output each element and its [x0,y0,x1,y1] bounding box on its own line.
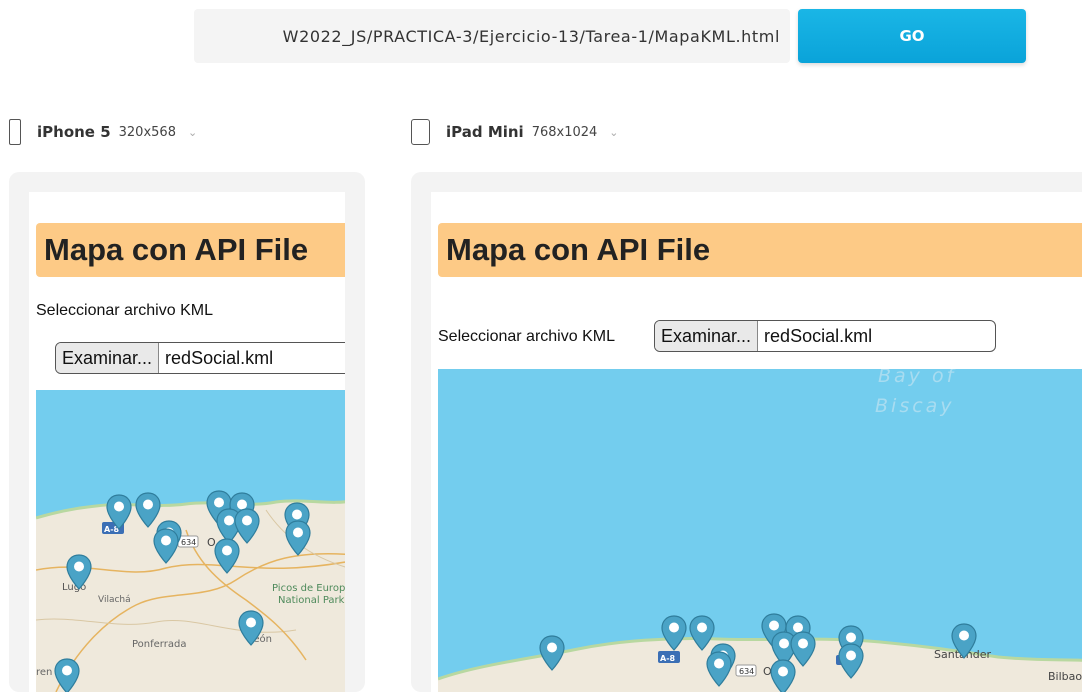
ipad-screen: Mapa con API File Seleccionar archivo KM… [431,192,1082,692]
sea-label: Bay of [878,369,957,387]
park-label: National Park [278,595,345,606]
map-iphone[interactable]: A-8 634 O Lugo Vilachá Ponferrada Picos … [36,390,345,692]
tablet-icon [411,119,430,145]
go-button[interactable]: GO [798,9,1026,63]
file-input[interactable]: Examinar... redSocial.kml [55,342,345,374]
road-label: 634 [739,667,754,676]
map-canvas: A-8 634 O Lugo Vilachá Ponferrada Picos … [36,490,345,692]
map-canvas: Bay of Biscay A-8 634 O Santander Bilbao [438,369,1082,692]
file-name: redSocial.kml [764,325,873,346]
city-label: Ponferrada [132,639,186,650]
page-title: Mapa con API File [438,223,1082,277]
map-ipad[interactable]: Bay of Biscay A-8 634 O Santander Bilbao [438,369,1082,692]
town-label: Vilachá [98,595,131,605]
url-input[interactable]: W2022_JS/PRACTICA-3/Ejercicio-13/Tarea-1… [194,9,790,63]
road-label: A-8 [660,654,676,663]
road-label: 634 [181,538,196,547]
iphone-screen: Mapa con API File Seleccionar archivo KM… [29,192,345,692]
select-label: Seleccionar archivo KML [36,302,213,319]
browse-button[interactable]: Examinar... [56,343,160,373]
page-title: Mapa con API File [36,223,345,277]
device-header-ipad[interactable]: iPad Mini 768x1024 ⌄ [411,116,619,148]
park-label: Picos de Europ [272,583,345,594]
device-size: 320x568 [118,124,176,140]
device-header-iphone[interactable]: iPhone 5 320x568 ⌄ [9,116,197,148]
phone-icon [9,119,21,145]
town-label: ren [36,667,52,678]
iphone-frame: Mapa con API File Seleccionar archivo KM… [9,172,365,692]
browse-button[interactable]: Examinar... [655,321,759,351]
chevron-down-icon[interactable]: ⌄ [609,126,618,139]
file-name: redSocial.kml [165,347,274,368]
device-name: iPad Mini [446,123,524,141]
chevron-down-icon[interactable]: ⌄ [188,126,197,139]
file-input[interactable]: Examinar... redSocial.kml [654,320,996,352]
map-label: O [207,536,216,549]
select-label: Seleccionar archivo KML [438,328,615,345]
city-label: Bilbao [1048,670,1082,683]
sea-label: Biscay [875,395,955,417]
url-text: W2022_JS/PRACTICA-3/Ejercicio-13/Tarea-1… [282,26,780,46]
ipad-frame: Mapa con API File Seleccionar archivo KM… [411,172,1082,692]
device-name: iPhone 5 [37,123,111,141]
device-size: 768x1024 [531,124,598,140]
